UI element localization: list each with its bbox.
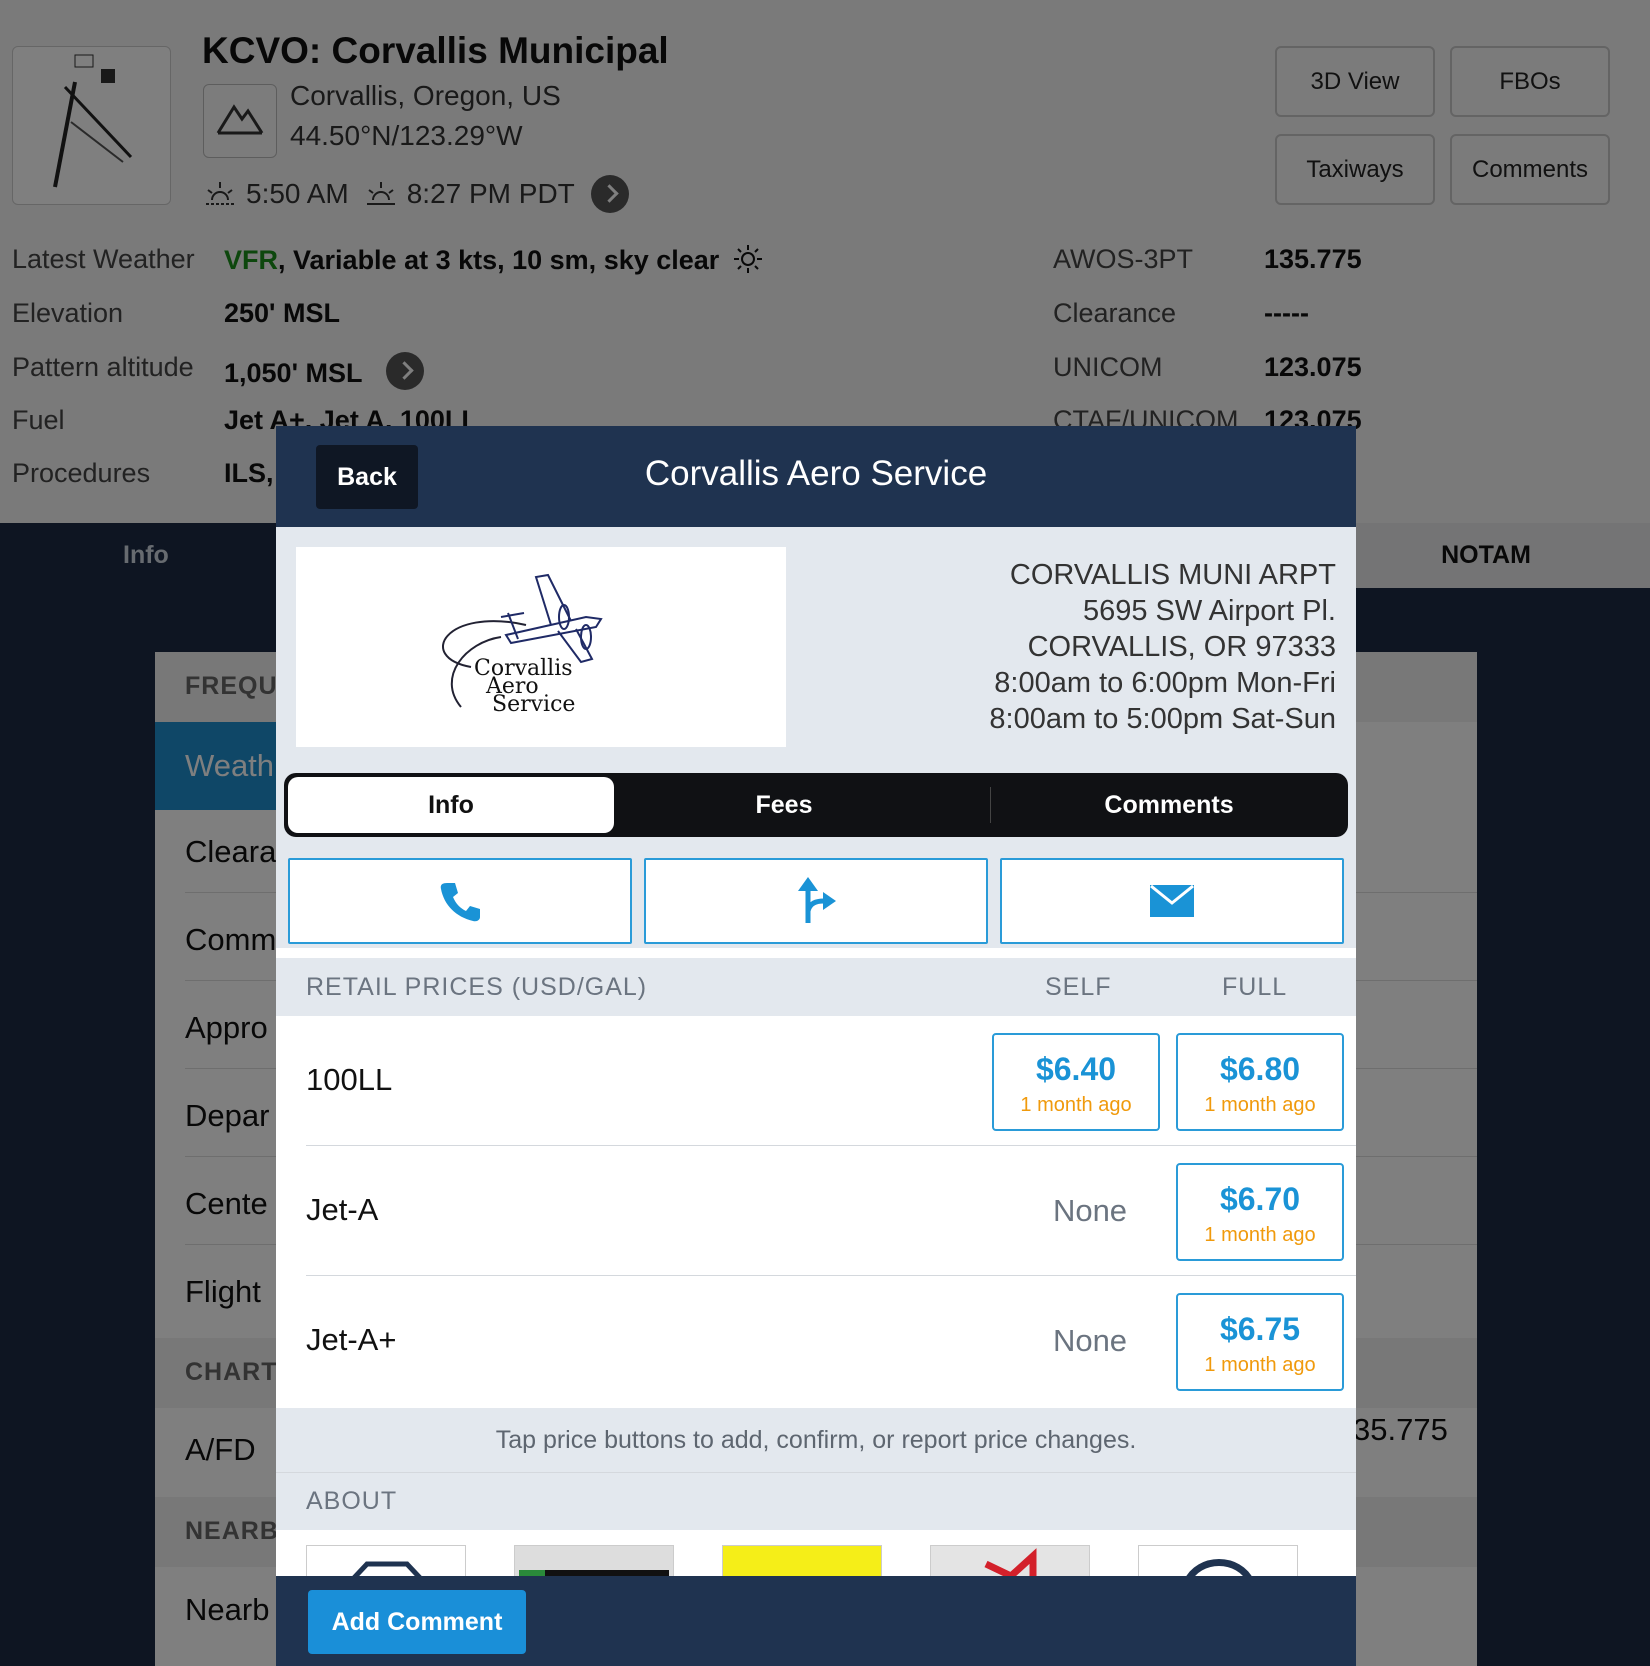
price-value: $6.40: [1035, 1051, 1117, 1087]
fbo-modal: Back Corvallis Aero Service Corvallis Ae…: [276, 426, 1356, 1666]
address-line: CORVALLIS MUNI ARPT: [1009, 559, 1336, 591]
modal-footer: Add Comment: [276, 1576, 1356, 1666]
full-price-button[interactable]: $6.75 1 month ago: [1176, 1293, 1344, 1391]
phone-icon: [440, 883, 480, 922]
price-value: $6.70: [1219, 1181, 1301, 1217]
fuel-name: 100LL: [306, 1062, 393, 1097]
self-column-header: SELF: [1045, 973, 1112, 1001]
fuel-row-jet-a: Jet-A None $6.70 1 month ago: [276, 1146, 1356, 1276]
retail-prices-header: RETAIL PRICES (USD/GAL) SELF FULL: [276, 958, 1356, 1016]
price-age: 1 month ago: [1204, 1094, 1316, 1116]
self-price-none[interactable]: None: [1004, 1323, 1176, 1359]
fbo-address: CORVALLIS MUNI ARPT 5695 SW Airport Pl. …: [989, 557, 1336, 737]
fbo-segmented-control: Info Fees Comments: [284, 773, 1348, 837]
modal-header: Back Corvallis Aero Service: [276, 426, 1356, 527]
address-line: 5695 SW Airport Pl.: [1082, 595, 1336, 627]
self-price-button[interactable]: $6.40 1 month ago: [992, 1033, 1160, 1131]
price-value: $6.75: [1219, 1311, 1301, 1347]
price-age: 1 month ago: [1204, 1354, 1316, 1376]
address-line: CORVALLIS, OR 97333: [1027, 631, 1336, 663]
fuel-row-100ll: 100LL $6.40 1 month ago $6.80 1 month ag…: [276, 1016, 1356, 1146]
self-price-none[interactable]: None: [1004, 1193, 1176, 1229]
fuel-row-jet-a-plus: Jet-A+ None $6.75 1 month ago: [276, 1276, 1356, 1406]
fbo-info-box: Corvallis Aero Service CORVALLIS MUNI AR…: [276, 527, 1356, 769]
about-title: ABOUT: [306, 1487, 398, 1515]
about-header: ABOUT: [276, 1472, 1356, 1530]
prices-title: RETAIL PRICES (USD/GAL): [306, 973, 648, 1001]
tab-comments[interactable]: Comments: [994, 773, 1344, 837]
directions-icon: [798, 877, 836, 923]
price-age: 1 month ago: [1020, 1094, 1132, 1116]
tab-info[interactable]: Info: [288, 777, 614, 833]
hours-line: 8:00am to 6:00pm Mon-Fri: [994, 667, 1336, 699]
full-column-header: FULL: [1222, 973, 1288, 1001]
full-price-button[interactable]: $6.70 1 month ago: [1176, 1163, 1344, 1261]
modal-title: Corvallis Aero Service: [644, 454, 988, 493]
fuel-name: Jet-A: [306, 1192, 379, 1227]
envelope-icon: [1150, 885, 1194, 917]
email-button[interactable]: [1000, 858, 1344, 944]
hours-line: 8:00am to 5:00pm Sat-Sun: [989, 703, 1336, 735]
full-price-button[interactable]: $6.80 1 month ago: [1176, 1033, 1344, 1131]
fbo-logo: Corvallis Aero Service: [296, 547, 786, 747]
fuel-name: Jet-A+: [306, 1322, 397, 1357]
segment-divider: [990, 787, 991, 823]
directions-button[interactable]: [644, 858, 988, 944]
logo-text-line: Service: [492, 692, 575, 717]
price-age: 1 month ago: [1204, 1224, 1316, 1246]
call-button[interactable]: [288, 858, 632, 944]
add-comment-button[interactable]: Add Comment: [308, 1590, 526, 1654]
tab-fees[interactable]: Fees: [618, 773, 950, 837]
contact-actions: [276, 846, 1356, 948]
price-value: $6.80: [1219, 1051, 1301, 1087]
price-hint: Tap price buttons to add, confirm, or re…: [276, 1408, 1356, 1472]
